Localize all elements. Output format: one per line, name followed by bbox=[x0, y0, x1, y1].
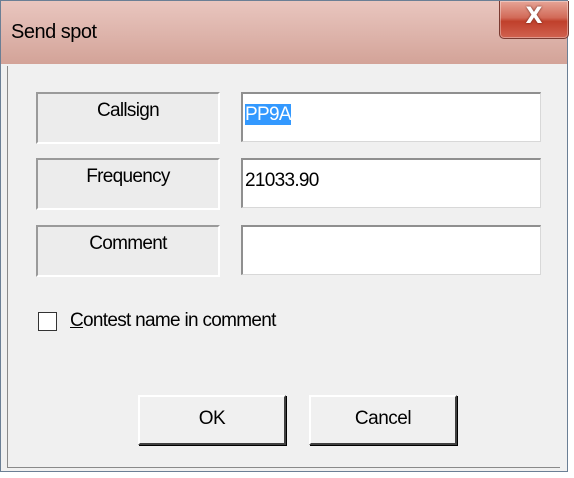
close-icon: X bbox=[525, 4, 543, 29]
title-bar[interactable]: Send spot bbox=[1, 1, 567, 64]
frequency-input[interactable]: 21033.90 bbox=[241, 158, 541, 208]
cancel-button[interactable]: Cancel bbox=[309, 395, 457, 445]
callsign-label: Callsign bbox=[36, 92, 220, 144]
frequency-label: Frequency bbox=[36, 158, 220, 210]
contest-name-label-text: ontest name in comment bbox=[83, 310, 276, 331]
comment-input[interactable] bbox=[241, 225, 541, 275]
callsign-value: PP9A bbox=[245, 104, 291, 125]
comment-label: Comment bbox=[36, 225, 220, 277]
contest-name-mnemonic: C bbox=[70, 310, 84, 331]
callsign-input[interactable]: PP9A bbox=[241, 92, 541, 142]
ok-button[interactable]: OK bbox=[138, 395, 286, 445]
frequency-value: 21033.90 bbox=[245, 170, 319, 191]
contest-name-checkbox[interactable] bbox=[38, 312, 57, 331]
contest-name-checkbox-label[interactable]: Contest name in comment bbox=[70, 310, 276, 332]
window-title: Send spot bbox=[11, 21, 97, 43]
close-button[interactable]: X bbox=[499, 1, 569, 39]
